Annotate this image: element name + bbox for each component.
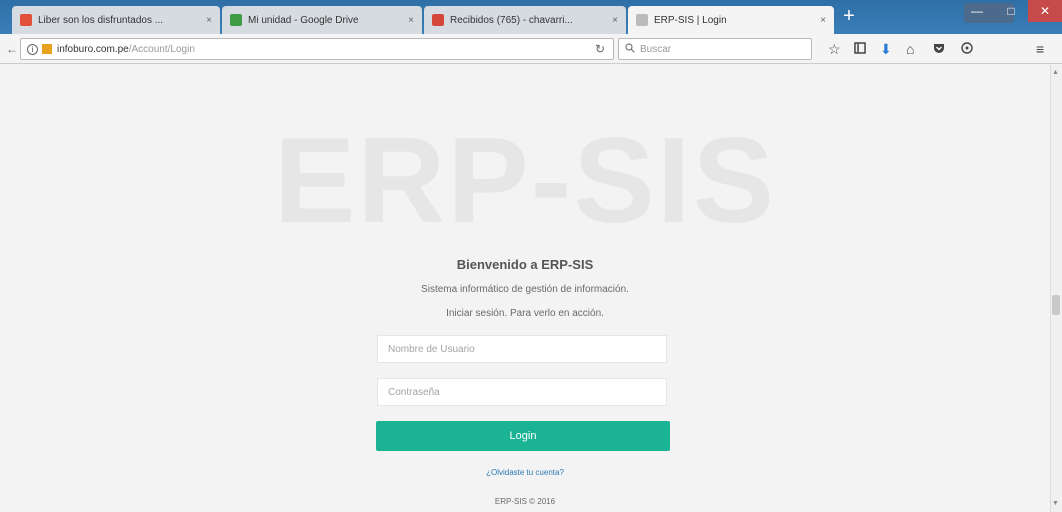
url-host: infoburo.com.pe xyxy=(57,43,129,55)
username-input[interactable] xyxy=(377,335,667,363)
subtitle-secondary-text: Iniciar sesión. Para verlo en acción. xyxy=(446,308,604,319)
new-tab-button[interactable]: + xyxy=(838,5,860,29)
tab-close-icon[interactable]: × xyxy=(820,15,826,26)
tab-close-icon[interactable]: × xyxy=(408,15,414,26)
back-arrow-icon[interactable]: ← xyxy=(6,42,18,56)
tab-favicon-icon xyxy=(20,14,32,26)
tab-favicon-icon xyxy=(230,14,242,26)
pocket-icon[interactable] xyxy=(932,41,946,58)
home-icon[interactable]: ⌂ xyxy=(906,41,914,57)
tab-1[interactable]: Liber son los disfruntados ... × xyxy=(12,6,220,34)
tab-favicon-icon xyxy=(636,14,648,26)
search-icon xyxy=(625,42,635,56)
tab-close-icon[interactable]: × xyxy=(612,15,618,26)
address-bar[interactable]: i infoburo.com.pe /Account/Login ↻ xyxy=(20,38,614,60)
browser-tab-strip: Liber son los disfruntados ... × Mi unid… xyxy=(0,0,1062,34)
page-content: ERP-SIS Bienvenido a ERP-SIS Sistema inf… xyxy=(0,65,1050,512)
bookmark-star-icon[interactable]: ☆ xyxy=(828,41,841,57)
scrollbar-thumb[interactable] xyxy=(1052,295,1060,315)
insecure-connection-icon[interactable] xyxy=(42,44,52,54)
url-path: /Account/Login xyxy=(128,43,195,55)
copyright-text: ERP-SIS © 2016 xyxy=(494,497,556,506)
tab-label: Recibidos (765) - chavarri... xyxy=(450,14,573,26)
minimize-button[interactable]: — xyxy=(960,0,994,22)
window-controls: — □ ✕ xyxy=(960,0,1062,24)
forgot-account-link[interactable]: ¿Olvidaste tu cuenta? xyxy=(0,468,1050,477)
menu-hamburger-icon[interactable]: ≡ xyxy=(1036,41,1044,57)
maximize-button[interactable]: □ xyxy=(994,0,1028,22)
download-icon[interactable]: ⬇ xyxy=(880,41,892,57)
close-window-button[interactable]: ✕ xyxy=(1028,0,1062,22)
info-icon[interactable]: i xyxy=(27,43,38,55)
logo-watermark: ERP-SIS xyxy=(273,112,777,248)
tab-favicon-icon xyxy=(432,14,444,26)
welcome-heading: Bienvenido a ERP-SIS xyxy=(456,257,594,272)
search-bar[interactable]: Buscar xyxy=(618,38,812,60)
scroll-down-arrow-icon[interactable]: ▼ xyxy=(1052,500,1059,507)
reload-icon[interactable]: ↻ xyxy=(595,42,605,56)
sync-icon[interactable] xyxy=(960,41,974,58)
page-scrollbar[interactable] xyxy=(1050,65,1062,512)
scroll-up-arrow-icon[interactable]: ▲ xyxy=(1052,69,1059,76)
tab-4-active[interactable]: ERP-SIS | Login × xyxy=(628,6,834,34)
navigation-bar: ← i infoburo.com.pe /Account/Login ↻ Bus… xyxy=(0,34,1062,64)
tab-label: Liber son los disfruntados ... xyxy=(38,14,164,26)
bookmarks-list-icon[interactable] xyxy=(853,41,867,58)
tab-2[interactable]: Mi unidad - Google Drive × xyxy=(222,6,422,34)
subtitle-text: Sistema informático de gestión de inform… xyxy=(421,284,629,295)
password-input[interactable] xyxy=(377,378,667,406)
tab-close-icon[interactable]: × xyxy=(206,15,212,26)
tab-3[interactable]: Recibidos (765) - chavarri... × xyxy=(424,6,626,34)
tab-label: Mi unidad - Google Drive xyxy=(248,14,359,26)
tab-label: ERP-SIS | Login xyxy=(654,14,727,26)
login-button[interactable]: Login xyxy=(376,421,670,451)
search-placeholder: Buscar xyxy=(640,43,672,55)
